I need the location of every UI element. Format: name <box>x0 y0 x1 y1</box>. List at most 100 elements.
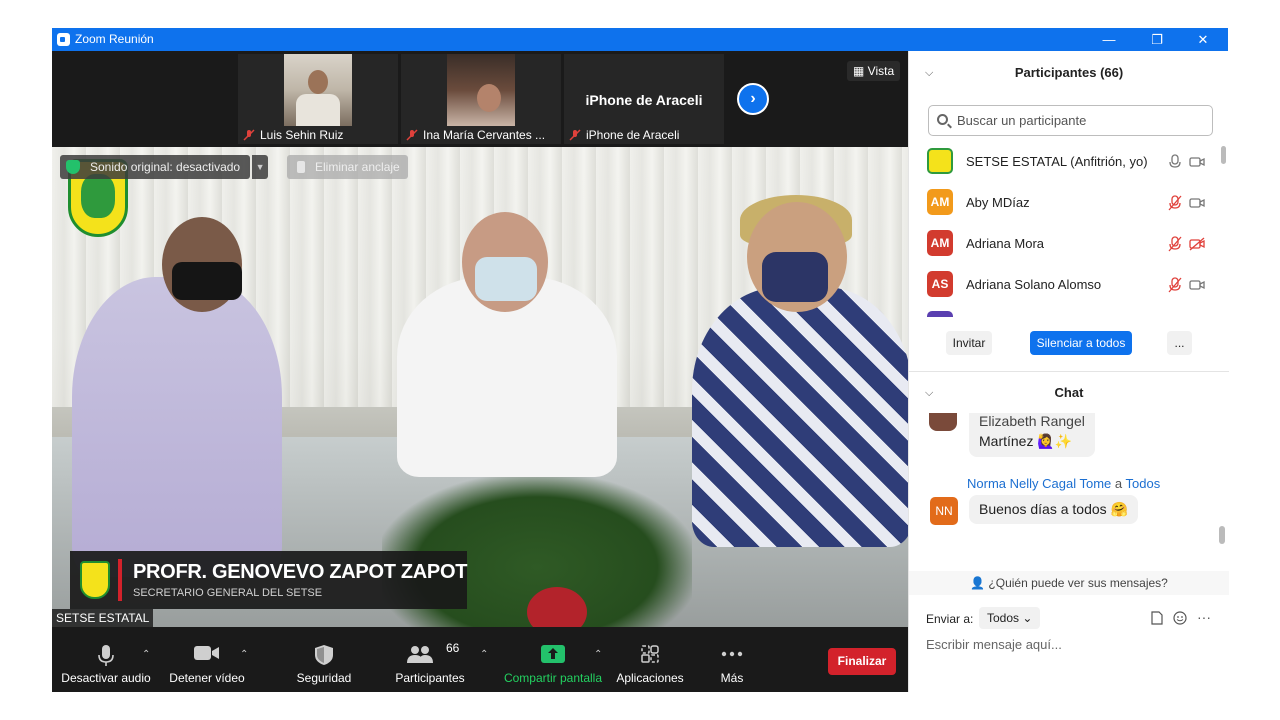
participant-row[interactable]: AM Aby MDíaz <box>909 182 1229 223</box>
chat-message: Elizabeth Rangel Martínez 🙋‍♀️✨ <box>969 413 1095 457</box>
participant-name: SETSE ESTATAL (Anfitrión, yo) <box>966 154 1148 169</box>
side-panel: ⌵ Participantes (66) Buscar un participa… <box>908 51 1229 692</box>
speaker-name-label: SETSE ESTATAL <box>52 609 154 627</box>
original-sound-toggle[interactable]: Sonido original: desactivado ▼ <box>60 155 269 179</box>
chevron-down-icon[interactable]: ⌵ <box>925 373 933 413</box>
participant-row[interactable]: AS Adriana Solano Alomso <box>909 264 1229 305</box>
apps-button[interactable]: Aplicaciones <box>612 627 688 692</box>
send-to-select[interactable]: Todos ⌄ <box>979 607 1041 629</box>
participants-more-button[interactable]: ... <box>1167 331 1192 355</box>
security-button[interactable]: Seguridad <box>288 627 360 692</box>
who-can-see-label: ¿Quién puede ver sus mensajes? <box>988 576 1168 590</box>
participant-search-input[interactable]: Buscar un participante <box>928 105 1213 136</box>
send-to-row: Enviar a: Todos ⌄ ··· <box>909 607 1229 633</box>
caption-divider <box>118 559 122 601</box>
participant-scrollbar[interactable] <box>1221 146 1226 164</box>
sender-name[interactable]: Norma Nelly Cagal Tome <box>967 476 1111 491</box>
participants-header: ⌵ Participantes (66) <box>909 53 1229 93</box>
security-label: Seguridad <box>296 671 352 685</box>
participants-icon <box>407 646 433 663</box>
view-button[interactable]: ▦ Vista <box>847 61 901 81</box>
chevron-up-icon[interactable]: ⌃ <box>594 649 604 660</box>
participant-actions: Invitar Silenciar a todos ... <box>909 331 1229 359</box>
meeting-area: Luis Sehin Ruiz Ina María Cervantes ... … <box>52 51 908 692</box>
mute-all-button[interactable]: Silenciar a todos <box>1030 331 1132 355</box>
close-button[interactable]: ✕ <box>1180 28 1226 51</box>
zoom-app-icon <box>57 33 70 46</box>
participant-name: Adriana Mora <box>966 236 1045 251</box>
avatar <box>927 148 953 174</box>
person-icon: 👤 <box>970 576 989 590</box>
chevron-down-icon[interactable]: ▼ <box>252 155 269 179</box>
participants-button[interactable]: 66 Participantes <box>388 627 472 692</box>
chat-message-line: Elizabeth Rangel <box>979 413 1085 429</box>
chevron-down-icon[interactable]: ⌵ <box>925 53 933 93</box>
next-page-button[interactable]: › <box>737 83 769 115</box>
chat-message-line: Martínez 🙋‍♀️✨ <box>979 433 1073 449</box>
minimize-button[interactable]: — <box>1086 28 1132 51</box>
file-icon[interactable] <box>1151 611 1163 625</box>
chat-input[interactable]: Escribir mensaje aquí... <box>926 637 1062 652</box>
chevron-up-icon[interactable]: ⌃ <box>240 649 250 660</box>
avatar: AM <box>927 189 953 215</box>
restore-button[interactable]: ❐ <box>1134 28 1180 51</box>
panel-divider <box>909 371 1229 372</box>
end-meeting-button[interactable]: Finalizar <box>828 648 896 675</box>
caption-logo <box>80 561 110 599</box>
avatar: AS <box>927 271 953 297</box>
chevron-up-icon[interactable]: ⌃ <box>142 649 152 660</box>
more-dots-icon <box>721 651 743 657</box>
unpin-label: Eliminar anclaje <box>315 160 400 174</box>
chevron-up-icon[interactable]: ⌃ <box>480 649 490 660</box>
thumbnail-strip: Luis Sehin Ruiz Ina María Cervantes ... … <box>52 51 908 147</box>
more-button[interactable]: Más <box>708 627 756 692</box>
microphone-icon[interactable] <box>1167 154 1183 170</box>
chat-more-button[interactable]: ··· <box>1197 609 1211 625</box>
chat-message: Buenos días a todos 🤗 <box>969 495 1138 524</box>
emoji-icon[interactable] <box>1173 611 1187 625</box>
video-camera-icon[interactable] <box>1189 154 1205 170</box>
chat-scrollbar[interactable] <box>1219 526 1225 544</box>
who-can-see-link[interactable]: 👤 ¿Quién puede ver sus mensajes? <box>909 571 1229 595</box>
invite-button[interactable]: Invitar <box>946 331 992 355</box>
share-screen-icon <box>541 645 565 663</box>
sender-target[interactable]: Todos <box>1126 476 1161 491</box>
more-label: Más <box>720 671 744 685</box>
mic-muted-icon[interactable] <box>1167 277 1183 293</box>
send-to-label: Enviar a: <box>926 612 974 626</box>
mic-muted-icon[interactable] <box>1167 195 1183 211</box>
pin-icon <box>297 161 305 173</box>
original-sound-label: Sonido original: desactivado <box>90 160 241 174</box>
video-camera-icon[interactable] <box>1189 195 1205 211</box>
active-speaker-video: Sonido original: desactivado ▼ Eliminar … <box>52 147 908 627</box>
avatar <box>927 311 953 317</box>
zoom-window: Zoom Reunión — ❐ ✕ Luis Sehin Ruiz Ina M… <box>52 28 1229 692</box>
thumbnail-luis[interactable]: Luis Sehin Ruiz <box>238 54 398 144</box>
person-right <box>692 195 908 547</box>
participant-list: SETSE ESTATAL (Anfitrión, yo) AM Aby MDí… <box>909 141 1229 317</box>
participant-row[interactable]: AM Adriana Mora <box>909 223 1229 264</box>
view-label: Vista <box>867 64 895 78</box>
mic-muted-icon[interactable] <box>1167 236 1183 252</box>
participant-row-partial[interactable] <box>909 305 1229 317</box>
meeting-toolbar: Desactivar audio ⌃ Detener vídeo ⌃ Segur… <box>52 627 908 692</box>
search-placeholder: Buscar un participante <box>957 113 1087 128</box>
avatar: AM <box>927 230 953 256</box>
apps-icon <box>641 645 659 663</box>
participants-title: Participantes (66) <box>1014 65 1124 80</box>
participant-row[interactable]: SETSE ESTATAL (Anfitrión, yo) <box>909 141 1229 182</box>
thumbnail-ina[interactable]: Ina María Cervantes ... <box>401 54 561 144</box>
video-camera-icon[interactable] <box>1189 277 1205 293</box>
thumbnail-araceli[interactable]: iPhone de Araceli iPhone de Araceli <box>564 54 724 144</box>
chat-header: ⌵ Chat <box>909 373 1229 413</box>
person-center <box>397 212 617 477</box>
participants-count: 66 <box>446 641 460 655</box>
person-left <box>72 217 282 577</box>
share-screen-button[interactable]: Compartir pantalla <box>498 627 608 692</box>
stop-video-button[interactable]: Detener vídeo <box>164 627 250 692</box>
caption-role: SECRETARIO GENERAL DEL SETSE <box>133 587 323 599</box>
search-icon <box>937 114 948 125</box>
mute-audio-button[interactable]: Desactivar audio <box>58 627 154 692</box>
unpin-button[interactable]: Eliminar anclaje <box>287 155 408 179</box>
video-off-icon[interactable] <box>1189 236 1205 252</box>
